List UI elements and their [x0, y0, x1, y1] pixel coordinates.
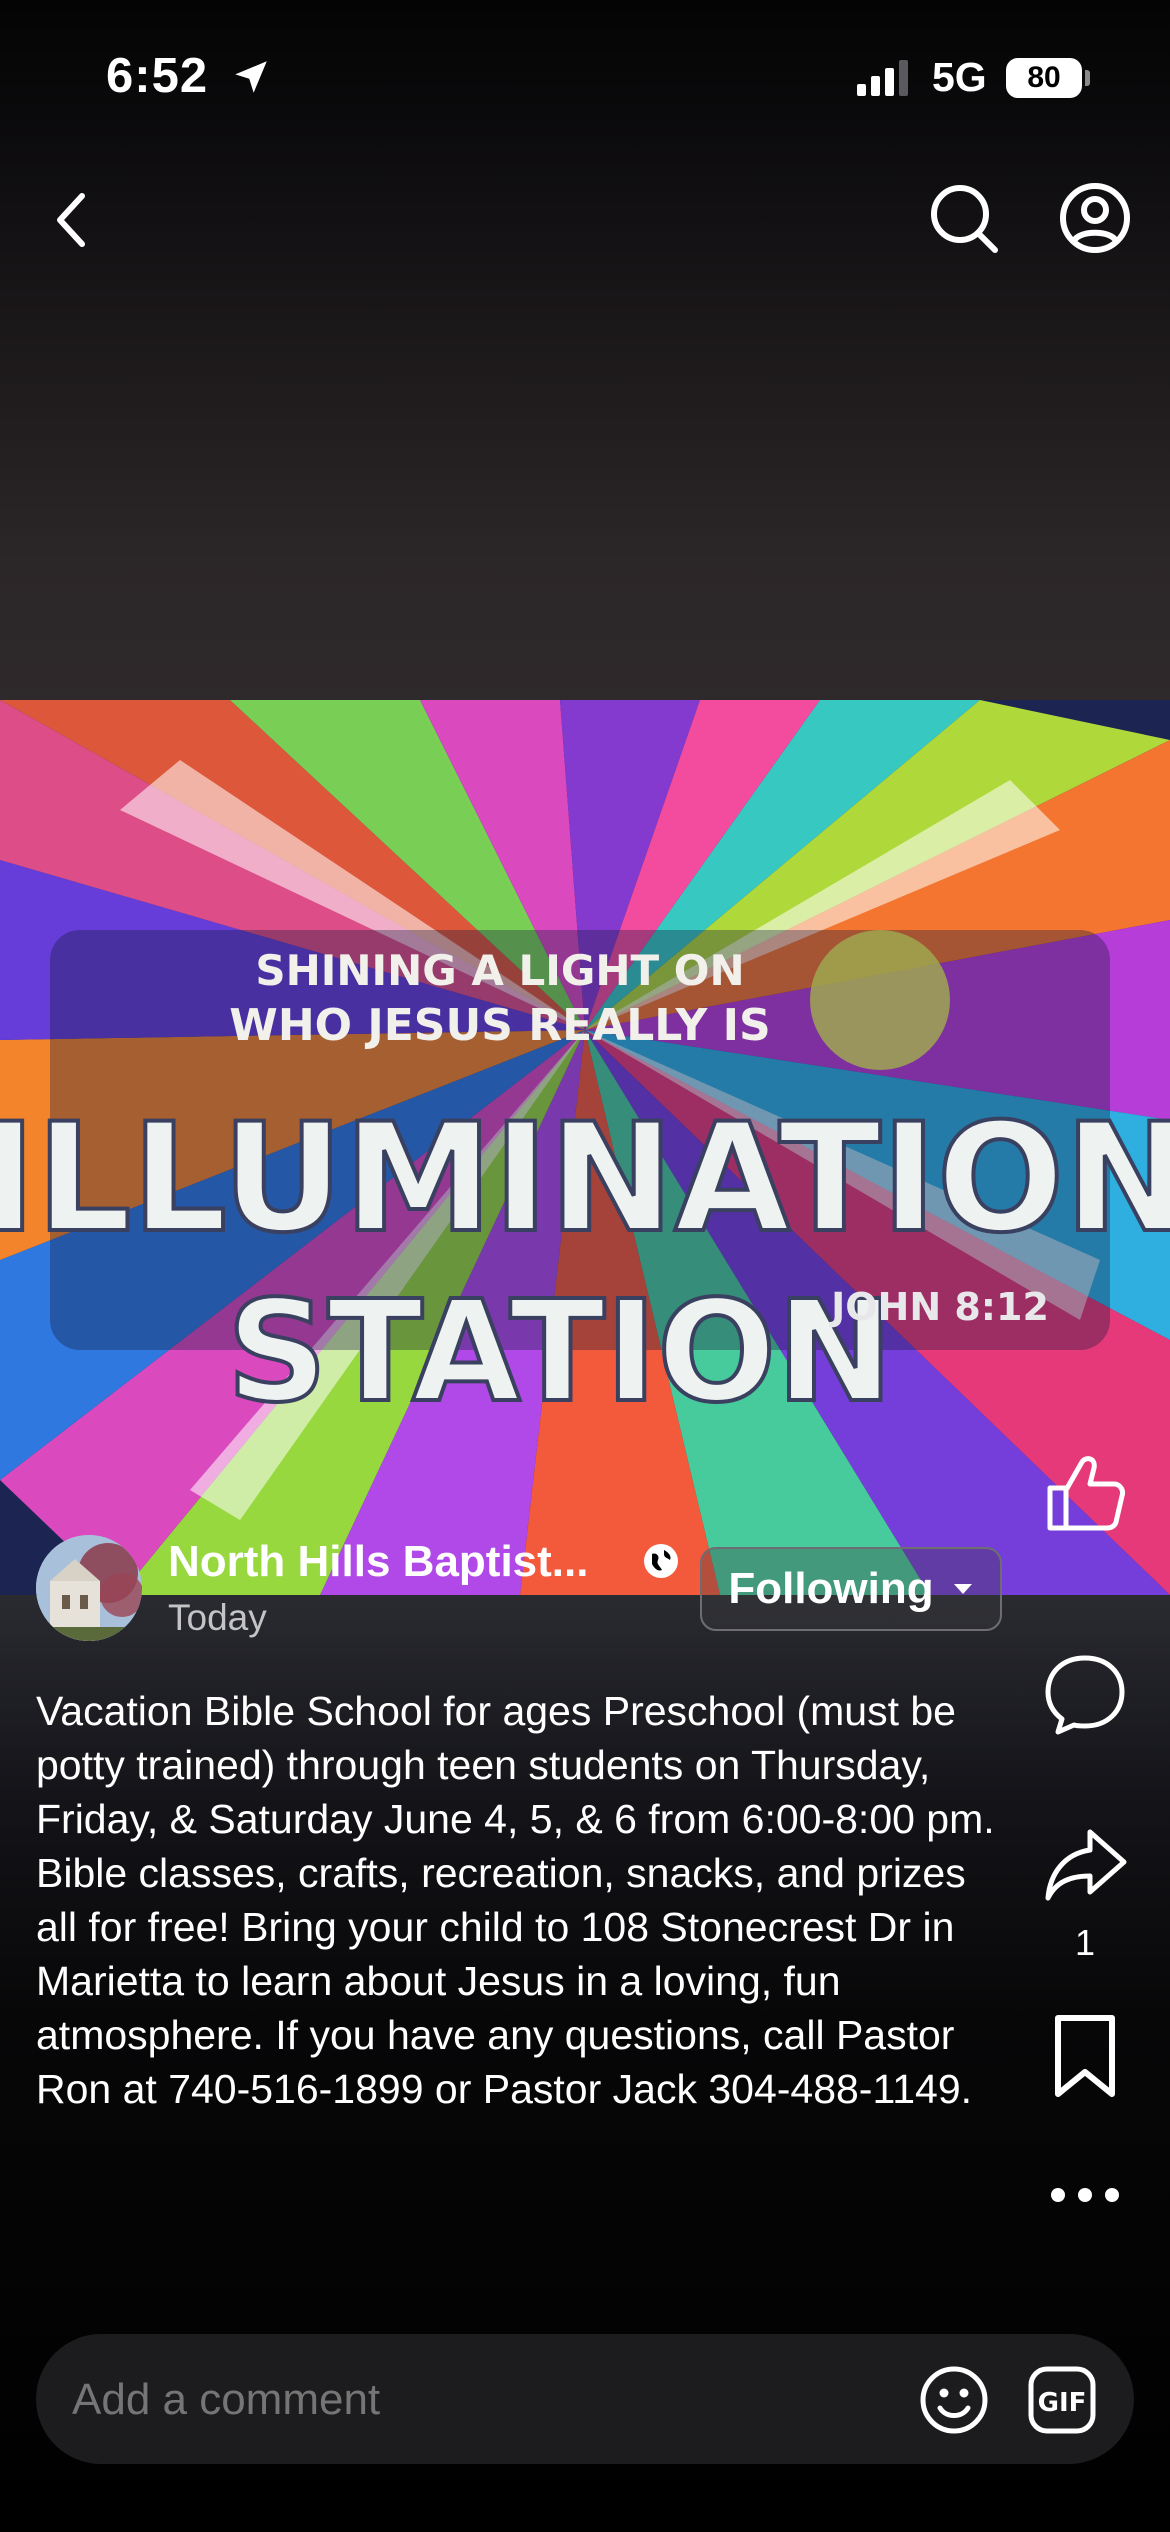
image-title-line1: ILLUMINATION	[0, 1092, 1170, 1266]
battery-level: 80	[1006, 58, 1082, 98]
status-time: 6:52	[106, 49, 209, 103]
church-photo	[36, 1535, 142, 1641]
comment-input[interactable]	[72, 2374, 872, 2426]
image-title-line2: STATION	[227, 1271, 894, 1434]
search-icon[interactable]	[925, 178, 1005, 258]
image-verse: JOHN 8:12	[828, 1285, 1049, 1329]
gif-icon[interactable]: GIF	[1026, 2364, 1098, 2436]
location-arrow-icon	[235, 61, 267, 93]
image-subtitle-line2: WHO JESUS REALLY IS	[229, 1000, 770, 1051]
emoji-icon[interactable]	[918, 2364, 990, 2436]
bookmark-icon[interactable]	[1040, 2010, 1130, 2100]
globe-icon	[644, 1544, 678, 1578]
post-image[interactable]: SHINING A LIGHT ON WHO JESUS REALLY IS I…	[0, 700, 1170, 1595]
battery-cap	[1085, 70, 1090, 86]
more-icon[interactable]	[1040, 2150, 1130, 2240]
comment-bar: GIF	[36, 2334, 1134, 2464]
following-label: Following	[728, 1564, 934, 1613]
back-button[interactable]	[40, 180, 100, 260]
thumbs-up-icon[interactable]	[1040, 1448, 1130, 1538]
avatar[interactable]	[36, 1535, 142, 1641]
post-time: Today	[168, 1597, 267, 1638]
share-icon[interactable]	[1040, 1818, 1130, 1908]
chevron-down-icon	[953, 1584, 972, 1594]
cellular-signal-icon	[857, 60, 908, 96]
post-caption: Vacation Bible School for ages Preschool…	[36, 1688, 995, 2112]
profile-icon[interactable]	[1055, 178, 1135, 258]
comment-icon[interactable]	[1040, 1648, 1130, 1738]
illumination-station-artwork: SHINING A LIGHT ON WHO JESUS REALLY IS I…	[0, 700, 1170, 1595]
gif-label: GIF	[1038, 2388, 1087, 2418]
header-gradient	[0, 0, 1170, 700]
battery-indicator: 80	[1006, 58, 1090, 98]
image-subtitle-line1: SHINING A LIGHT ON	[255, 946, 744, 995]
share-count: 1	[1074, 1922, 1096, 1963]
network-type: 5G	[932, 54, 987, 100]
following-button[interactable]: Following	[700, 1547, 1002, 1631]
author-name[interactable]: North Hills Baptist...	[168, 1537, 588, 1587]
